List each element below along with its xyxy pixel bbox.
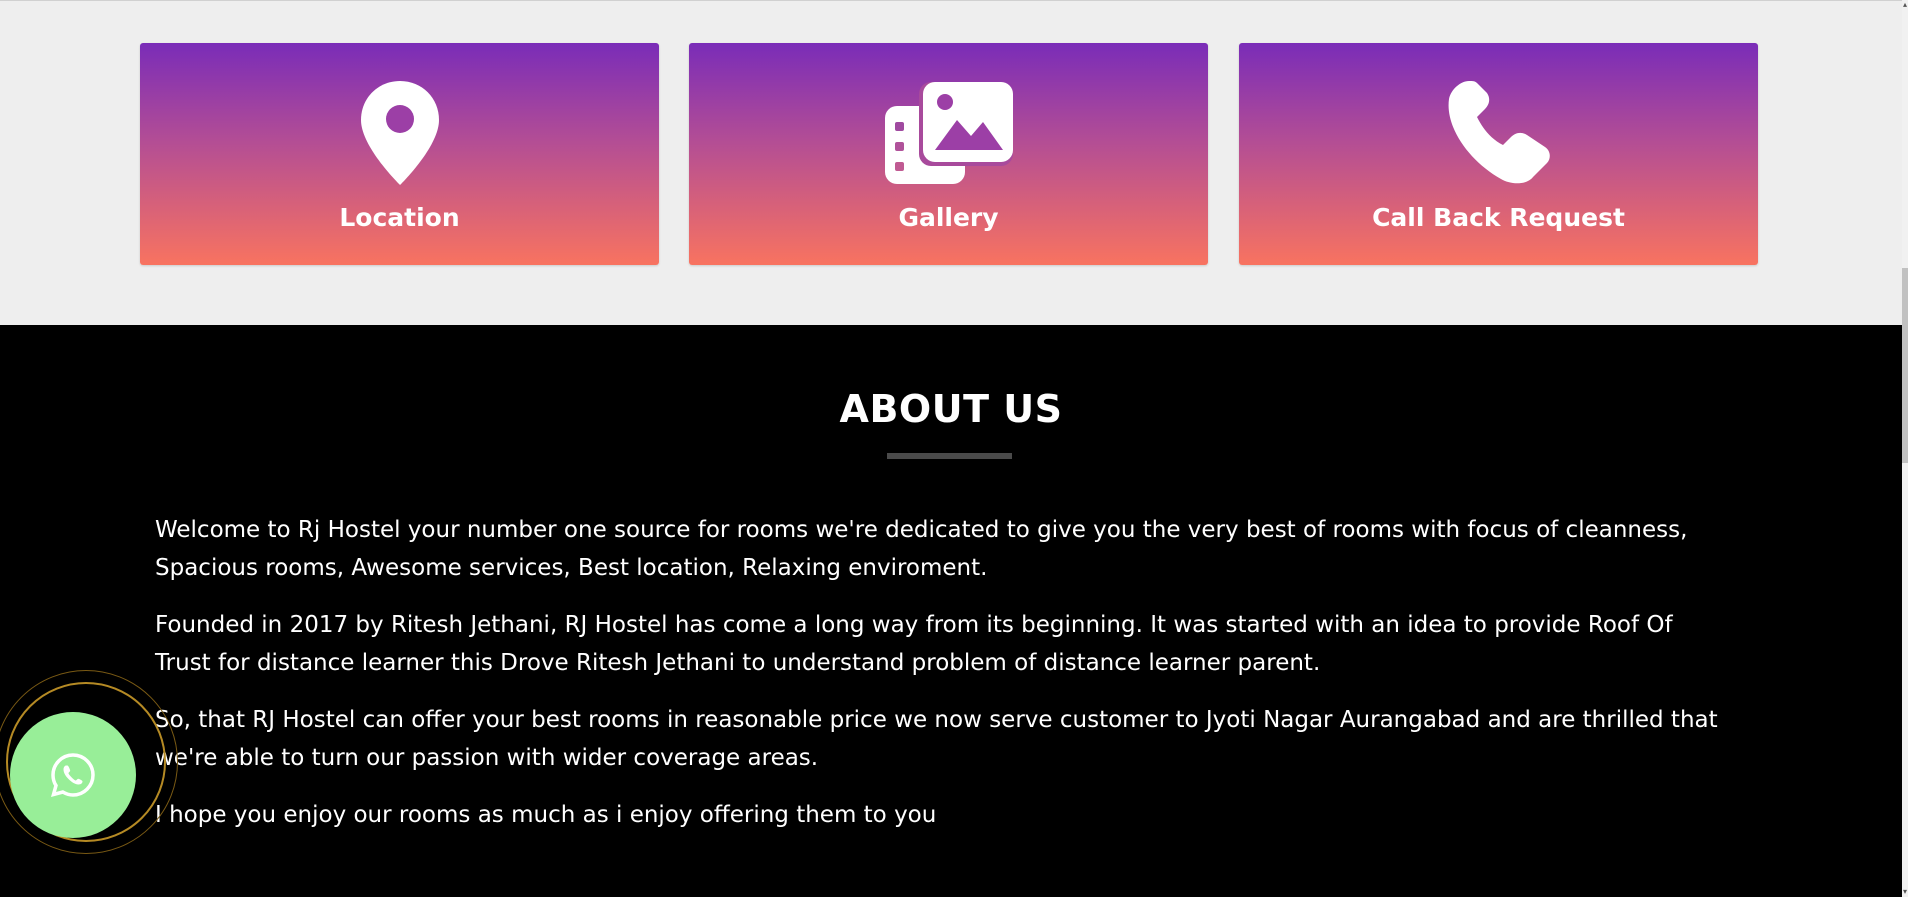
scrollbar[interactable]: ▴ ▾ bbox=[1902, 0, 1908, 897]
about-paragraph: Founded in 2017 by Ritesh Jethani, RJ Ho… bbox=[155, 612, 1673, 676]
location-card[interactable]: Location bbox=[140, 43, 659, 265]
whatsapp-button[interactable] bbox=[10, 712, 136, 838]
gallery-icon bbox=[689, 81, 1208, 185]
about-section: ABOUT US Welcome to Rj Hostel your numbe… bbox=[0, 325, 1902, 895]
feature-section: Location Gallery Call Back Request bbox=[0, 0, 1902, 325]
scroll-down-arrow-icon[interactable]: ▾ bbox=[1902, 887, 1908, 897]
about-paragraph: I hope you enjoy our rooms as much as i … bbox=[155, 802, 937, 828]
page: Location Gallery Call Back Request ABOUT… bbox=[0, 0, 1908, 897]
scroll-up-arrow-icon[interactable]: ▴ bbox=[1902, 0, 1908, 10]
about-paragraph: Welcome to Rj Hostel your number one sou… bbox=[155, 517, 1688, 581]
map-marker-icon bbox=[140, 81, 659, 185]
phone-icon bbox=[1239, 81, 1758, 185]
location-label: Location bbox=[339, 203, 460, 232]
scroll-thumb[interactable] bbox=[1902, 268, 1908, 463]
whatsapp-icon bbox=[50, 753, 95, 797]
about-paragraph: So, that RJ Hostel can offer your best r… bbox=[155, 707, 1718, 771]
about-title: ABOUT US bbox=[839, 387, 1063, 431]
about-text: Welcome to Rj Hostel your number one sou… bbox=[155, 511, 1735, 853]
call-back-request-label: Call Back Request bbox=[1372, 203, 1625, 232]
title-divider bbox=[887, 453, 1012, 459]
whatsapp-widget bbox=[0, 670, 178, 854]
call-back-request-card[interactable]: Call Back Request bbox=[1239, 43, 1758, 265]
gallery-label: Gallery bbox=[898, 203, 999, 232]
gallery-card[interactable]: Gallery bbox=[689, 43, 1208, 265]
